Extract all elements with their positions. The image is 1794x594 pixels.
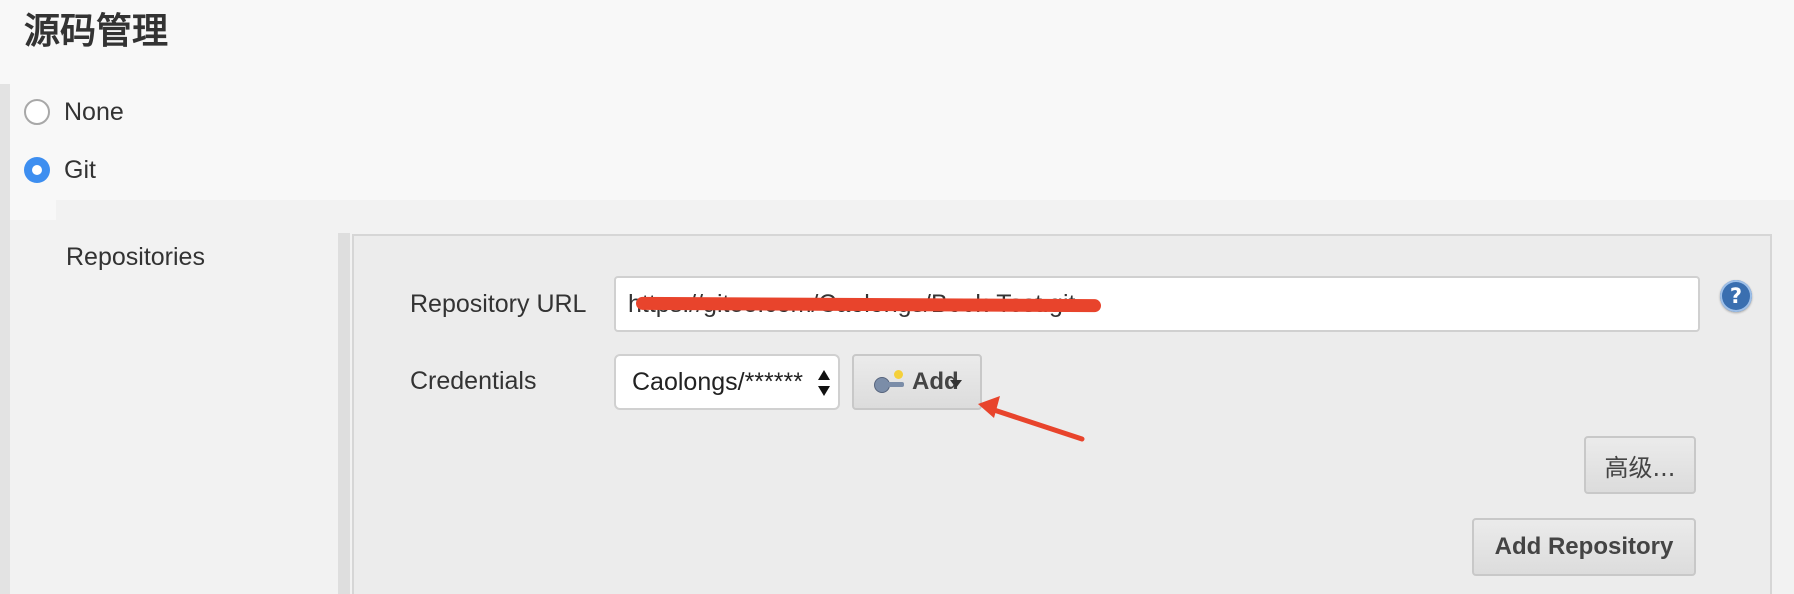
credentials-label: Credentials [410, 367, 537, 395]
add-repository-button[interactable]: Add Repository [1472, 518, 1696, 576]
credentials-select[interactable]: Caolongs/****** [614, 354, 840, 410]
radio-git[interactable] [24, 157, 50, 183]
select-arrows-icon [818, 370, 830, 396]
credentials-selected-value: Caolongs/****** [632, 367, 803, 396]
advanced-button[interactable]: 高级... [1584, 436, 1696, 494]
section-title: 源码管理 [24, 11, 169, 52]
caret-down-icon [950, 380, 962, 388]
redaction-strike [635, 296, 1102, 313]
key-icon [874, 369, 908, 395]
repository-url-label: Repository URL [410, 290, 587, 318]
radio-none[interactable] [24, 99, 50, 125]
section-left-bar [0, 84, 10, 594]
radio-label-git: Git [64, 155, 96, 184]
annotation-arrow [978, 396, 1085, 442]
scm-option-git[interactable]: Git [24, 154, 96, 186]
radio-label-none: None [64, 97, 124, 126]
repositories-label: Repositories [66, 243, 205, 271]
help-icon[interactable]: ? [1720, 280, 1752, 312]
add-credentials-button[interactable]: Add [852, 354, 982, 410]
repository-gutter [338, 233, 350, 594]
scm-option-none[interactable]: None [24, 96, 124, 128]
git-panel-notch [10, 200, 56, 220]
